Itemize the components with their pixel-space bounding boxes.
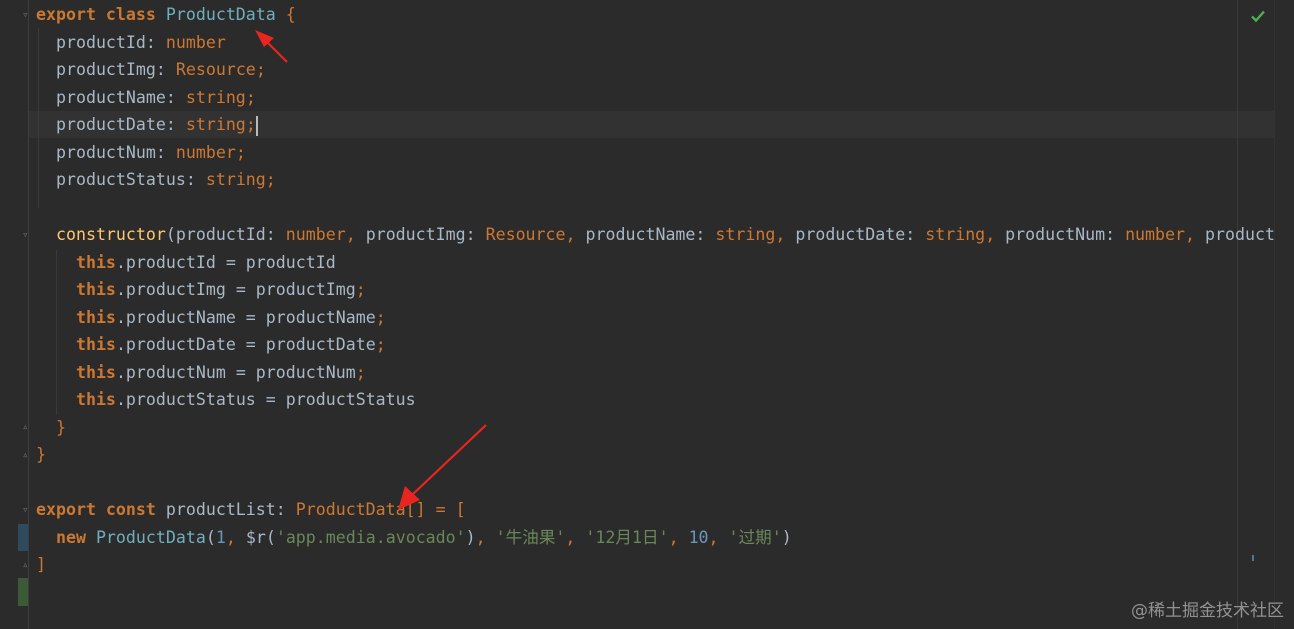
annotation-arrow-top bbox=[255, 30, 288, 63]
annotation-arrow-bottom bbox=[398, 424, 487, 510]
annotation-arrows bbox=[255, 30, 487, 510]
code-editor[interactable]: ▿ ▿ ▵ ▵ ▿ ▵ export class ProductData { p… bbox=[0, 0, 1294, 629]
watermark: @稀土掘金技术社区 bbox=[1131, 601, 1284, 621]
